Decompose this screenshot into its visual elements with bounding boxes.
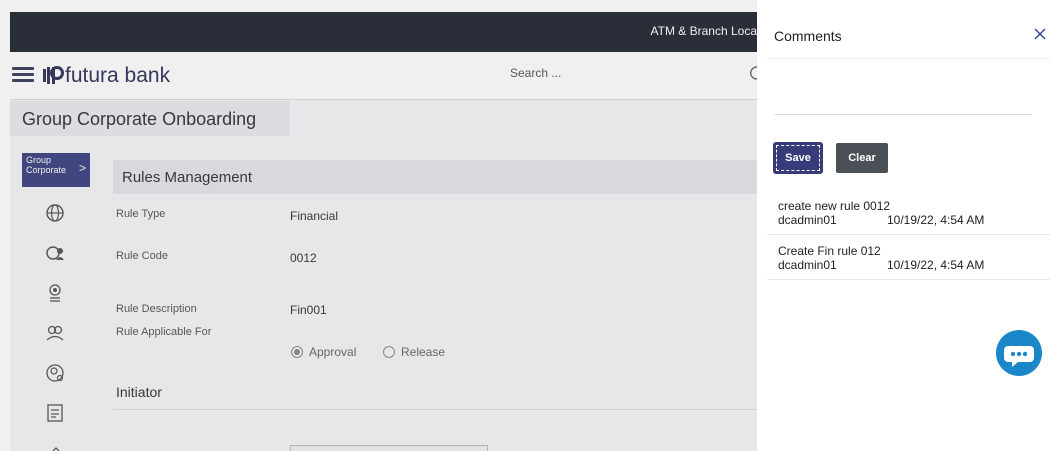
comment-time: 10/19/22, 4:54 AM [887,258,985,272]
comment-text: create new rule 0012 [778,199,891,213]
clear-button[interactable]: Clear [836,143,888,173]
chat-bubble-icon [1004,346,1034,367]
panel-divider [766,58,1050,59]
comment-user: dcadmin01 [778,213,837,227]
comment-item: Create Fin rule 012 dcadmin01 10/19/22, … [767,244,1050,280]
comment-time: 10/19/22, 4:54 AM [887,213,985,227]
modal-overlay[interactable] [0,0,757,451]
close-icon[interactable] [1032,26,1048,42]
comment-input[interactable] [774,64,1032,115]
save-button[interactable]: Save [774,143,822,173]
comment-item: create new rule 0012 dcadmin01 10/19/22,… [767,199,1050,235]
comment-user: dcadmin01 [778,258,837,272]
comments-panel: Comments Save Clear create new rule 0012… [757,0,1050,451]
chat-button[interactable] [996,330,1042,376]
comment-text: Create Fin rule 012 [778,244,881,258]
panel-title: Comments [774,28,842,44]
